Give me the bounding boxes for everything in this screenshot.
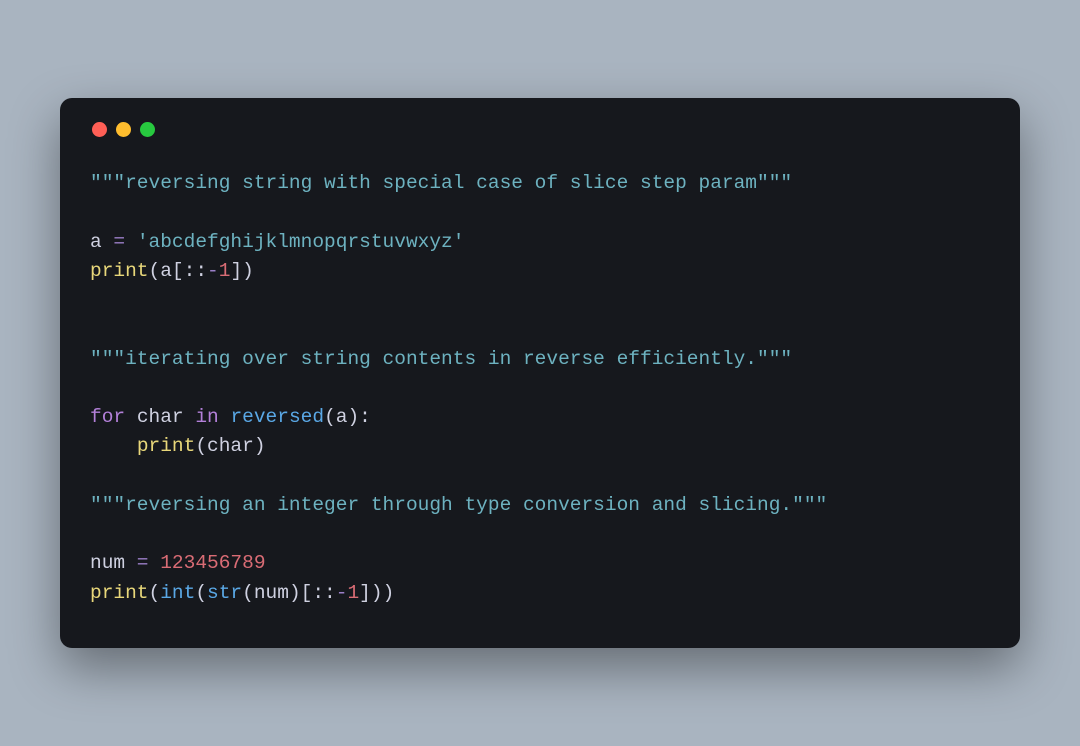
var-num: num — [90, 552, 125, 574]
minimize-icon[interactable] — [116, 122, 131, 137]
paren-close: ) — [254, 435, 266, 457]
for-keyword: for — [90, 406, 125, 428]
int-builtin: int — [160, 582, 195, 604]
reversed-builtin: reversed — [230, 406, 324, 428]
maximize-icon[interactable] — [140, 122, 155, 137]
slice-colons: :: — [312, 582, 335, 604]
var-char-ref: char — [207, 435, 254, 457]
print-call-3: print — [90, 582, 149, 604]
number-one: 1 — [219, 260, 231, 282]
string-literal-alphabet: 'abcdefghijklmnopqrstuvwxyz' — [137, 231, 465, 253]
var-a: a — [90, 231, 102, 253]
paren-close: ) — [289, 582, 301, 604]
paren-close: ) — [347, 406, 359, 428]
bracket-open: [ — [301, 582, 313, 604]
assign-op: = — [102, 231, 137, 253]
print-call-2: print — [137, 435, 196, 457]
paren-close: ) — [242, 260, 254, 282]
space — [125, 406, 137, 428]
number-one: 1 — [347, 582, 359, 604]
slice-colons: :: — [184, 260, 207, 282]
docstring-3: """reversing an integer through type con… — [90, 494, 827, 516]
var-a-ref: a — [160, 260, 172, 282]
indent — [90, 435, 137, 457]
colon: : — [359, 406, 371, 428]
space — [184, 406, 196, 428]
str-builtin: str — [207, 582, 242, 604]
bracket-close: ] — [230, 260, 242, 282]
bracket-open: [ — [172, 260, 184, 282]
paren-close: ) — [383, 582, 395, 604]
print-call: print — [90, 260, 149, 282]
docstring-2: """iterating over string contents in rev… — [90, 348, 792, 370]
number-literal: 123456789 — [160, 552, 265, 574]
paren-open: ( — [195, 435, 207, 457]
paren-close: ) — [371, 582, 383, 604]
minus-op: - — [207, 260, 219, 282]
paren-open: ( — [149, 260, 161, 282]
minus-op: - — [336, 582, 348, 604]
space — [219, 406, 231, 428]
var-num-ref: num — [254, 582, 289, 604]
var-char: char — [137, 406, 184, 428]
code-window: """reversing string with special case of… — [60, 98, 1020, 648]
paren-open: ( — [324, 406, 336, 428]
paren-open: ( — [242, 582, 254, 604]
close-icon[interactable] — [92, 122, 107, 137]
assign-op-2: = — [125, 552, 160, 574]
var-a-ref-2: a — [336, 406, 348, 428]
bracket-close: ] — [359, 582, 371, 604]
code-block: """reversing string with special case of… — [90, 169, 990, 608]
docstring-1: """reversing string with special case of… — [90, 172, 792, 194]
traffic-lights — [90, 122, 990, 137]
paren-open: ( — [149, 582, 161, 604]
in-keyword: in — [195, 406, 218, 428]
paren-open: ( — [195, 582, 207, 604]
